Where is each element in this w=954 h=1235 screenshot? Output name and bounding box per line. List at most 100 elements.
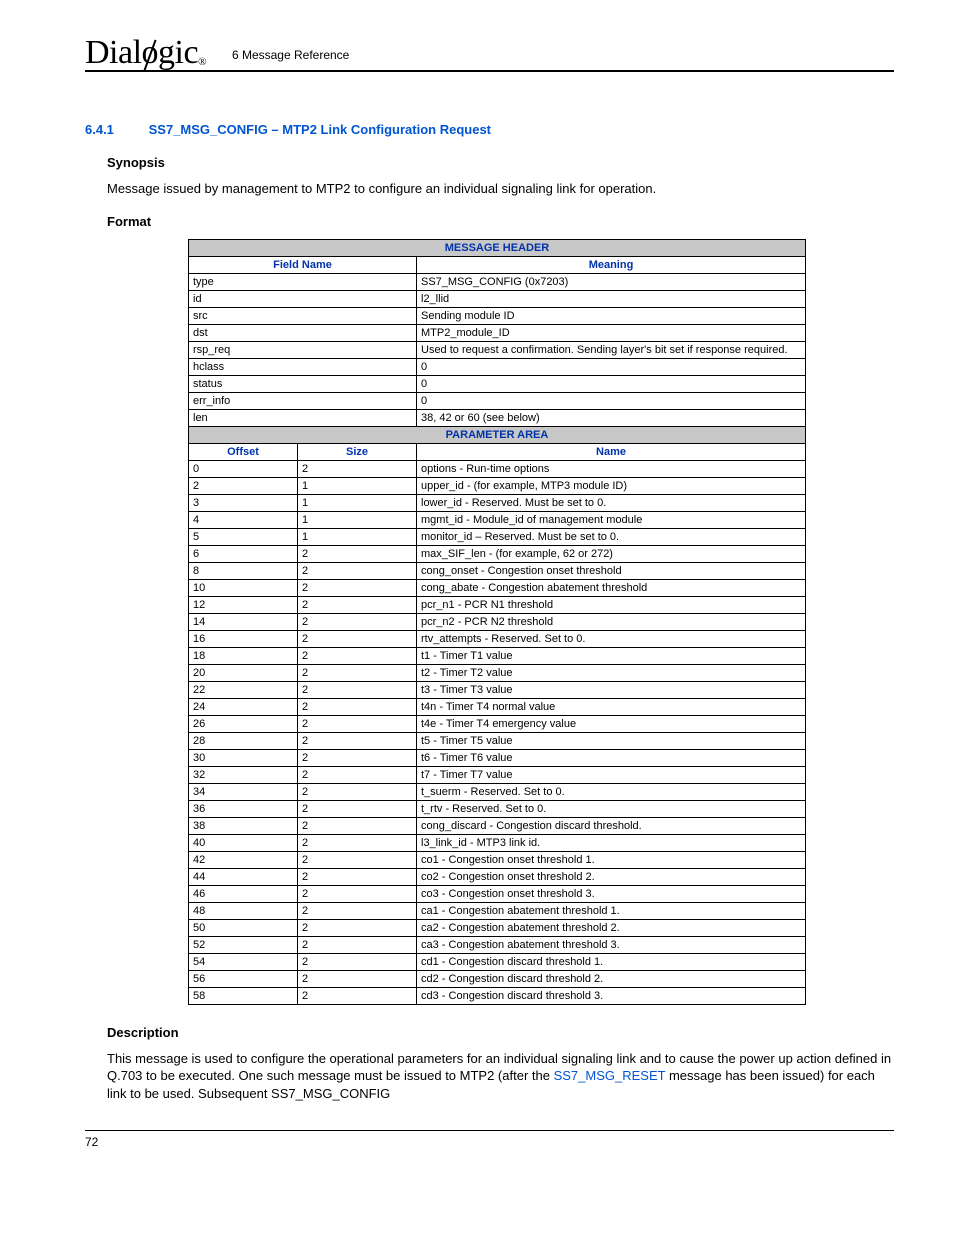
- table-row: 51monitor_id – Reserved. Must be set to …: [189, 528, 806, 545]
- message-table: MESSAGE HEADER Field Name Meaning typeSS…: [188, 239, 806, 1005]
- field-cell: hclass: [189, 358, 417, 375]
- name-cell: ca1 - Congestion abatement threshold 1.: [417, 902, 806, 919]
- table-row: 62max_SIF_len - (for example, 62 or 272): [189, 545, 806, 562]
- offset-cell: 34: [189, 783, 298, 800]
- name-cell: t_suerm - Reserved. Set to 0.: [417, 783, 806, 800]
- table-row: typeSS7_MSG_CONFIG (0x7203): [189, 273, 806, 290]
- name-cell: cd3 - Congestion discard threshold 3.: [417, 987, 806, 1004]
- name-cell: upper_id - (for example, MTP3 module ID): [417, 477, 806, 494]
- name-cell: co3 - Congestion onset threshold 3.: [417, 885, 806, 902]
- name-cell: mgmt_id - Module_id of management module: [417, 511, 806, 528]
- meaning-cell: 38, 42 or 60 (see below): [417, 409, 806, 426]
- offset-cell: 42: [189, 851, 298, 868]
- name-cell: co2 - Congestion onset threshold 2.: [417, 868, 806, 885]
- size-cell: 2: [298, 800, 417, 817]
- name-cell: pcr_n1 - PCR N1 threshold: [417, 596, 806, 613]
- ss7-msg-reset-link[interactable]: SS7_MSG_RESET: [554, 1068, 666, 1083]
- table-row: 542cd1 - Congestion discard threshold 1.: [189, 953, 806, 970]
- offset-cell: 18: [189, 647, 298, 664]
- offset-cell: 12: [189, 596, 298, 613]
- offset-cell: 0: [189, 460, 298, 477]
- table-row: 182t1 - Timer T1 value: [189, 647, 806, 664]
- offset-cell: 3: [189, 494, 298, 511]
- offset-cell: 40: [189, 834, 298, 851]
- table-row: 142pcr_n2 - PCR N2 threshold: [189, 613, 806, 630]
- section-number: 6.4.1: [85, 122, 145, 137]
- table-row: 362t_rtv - Reserved. Set to 0.: [189, 800, 806, 817]
- offset-cell: 5: [189, 528, 298, 545]
- table-row: 502ca2 - Congestion abatement threshold …: [189, 919, 806, 936]
- table-row: err_info0: [189, 392, 806, 409]
- size-cell: 2: [298, 732, 417, 749]
- offset-cell: 2: [189, 477, 298, 494]
- meaning-cell: 0: [417, 392, 806, 409]
- size-cell: 2: [298, 460, 417, 477]
- offset-cell: 20: [189, 664, 298, 681]
- offset-cell: 54: [189, 953, 298, 970]
- field-cell: err_info: [189, 392, 417, 409]
- table-row: rsp_reqUsed to request a confirmation. S…: [189, 341, 806, 358]
- table-row: srcSending module ID: [189, 307, 806, 324]
- size-cell: 2: [298, 715, 417, 732]
- table-row: 442co2 - Congestion onset threshold 2.: [189, 868, 806, 885]
- size-cell: 2: [298, 919, 417, 936]
- offset-cell: 38: [189, 817, 298, 834]
- table-row: 422co1 - Congestion onset threshold 1.: [189, 851, 806, 868]
- size-cell: 2: [298, 681, 417, 698]
- table-row: 322t7 - Timer T7 value: [189, 766, 806, 783]
- size-cell: 1: [298, 511, 417, 528]
- size-cell: 2: [298, 630, 417, 647]
- message-header-section: MESSAGE HEADER: [189, 239, 806, 256]
- offset-cell: 56: [189, 970, 298, 987]
- name-cell: t1 - Timer T1 value: [417, 647, 806, 664]
- name-cell: monitor_id – Reserved. Must be set to 0.: [417, 528, 806, 545]
- size-cell: 2: [298, 613, 417, 630]
- meaning-cell: Sending module ID: [417, 307, 806, 324]
- offset-cell: 4: [189, 511, 298, 528]
- name-cell: pcr_n2 - PCR N2 threshold: [417, 613, 806, 630]
- table-row: 21upper_id - (for example, MTP3 module I…: [189, 477, 806, 494]
- meaning-cell: l2_llid: [417, 290, 806, 307]
- table-row: 242t4n - Timer T4 normal value: [189, 698, 806, 715]
- name-cell: options - Run-time options: [417, 460, 806, 477]
- table-row: 222t3 - Timer T3 value: [189, 681, 806, 698]
- size-cell: 2: [298, 885, 417, 902]
- field-cell: type: [189, 273, 417, 290]
- size-cell: 2: [298, 902, 417, 919]
- offset-cell: 14: [189, 613, 298, 630]
- table-row: 302t6 - Timer T6 value: [189, 749, 806, 766]
- table-row: 482ca1 - Congestion abatement threshold …: [189, 902, 806, 919]
- offset-cell: 32: [189, 766, 298, 783]
- name-header: Name: [417, 443, 806, 460]
- name-cell: cd1 - Congestion discard threshold 1.: [417, 953, 806, 970]
- section-heading: 6.4.1 SS7_MSG_CONFIG – MTP2 Link Configu…: [85, 122, 894, 137]
- name-cell: cong_onset - Congestion onset threshold: [417, 562, 806, 579]
- parameter-area-section: PARAMETER AREA: [189, 426, 806, 443]
- name-cell: ca3 - Congestion abatement threshold 3.: [417, 936, 806, 953]
- table-row: 102cong_abate - Congestion abatement thr…: [189, 579, 806, 596]
- size-cell: 2: [298, 749, 417, 766]
- logo: Dialogic®: [85, 34, 206, 72]
- size-cell: 2: [298, 698, 417, 715]
- offset-cell: 50: [189, 919, 298, 936]
- table-row: 41mgmt_id - Module_id of management modu…: [189, 511, 806, 528]
- size-cell: 2: [298, 851, 417, 868]
- offset-cell: 30: [189, 749, 298, 766]
- size-cell: 2: [298, 545, 417, 562]
- field-cell: src: [189, 307, 417, 324]
- page-number: 72: [85, 1135, 98, 1149]
- size-cell: 2: [298, 766, 417, 783]
- name-cell: co1 - Congestion onset threshold 1.: [417, 851, 806, 868]
- name-cell: t4n - Timer T4 normal value: [417, 698, 806, 715]
- format-heading: Format: [85, 214, 894, 229]
- name-cell: t2 - Timer T2 value: [417, 664, 806, 681]
- offset-cell: 52: [189, 936, 298, 953]
- offset-cell: 6: [189, 545, 298, 562]
- table-row: hclass0: [189, 358, 806, 375]
- chapter-label: 6 Message Reference: [232, 48, 349, 68]
- name-cell: max_SIF_len - (for example, 62 or 272): [417, 545, 806, 562]
- size-cell: 2: [298, 868, 417, 885]
- description-text: This message is used to configure the op…: [85, 1050, 894, 1103]
- name-cell: ca2 - Congestion abatement threshold 2.: [417, 919, 806, 936]
- page-footer: 72: [85, 1130, 894, 1149]
